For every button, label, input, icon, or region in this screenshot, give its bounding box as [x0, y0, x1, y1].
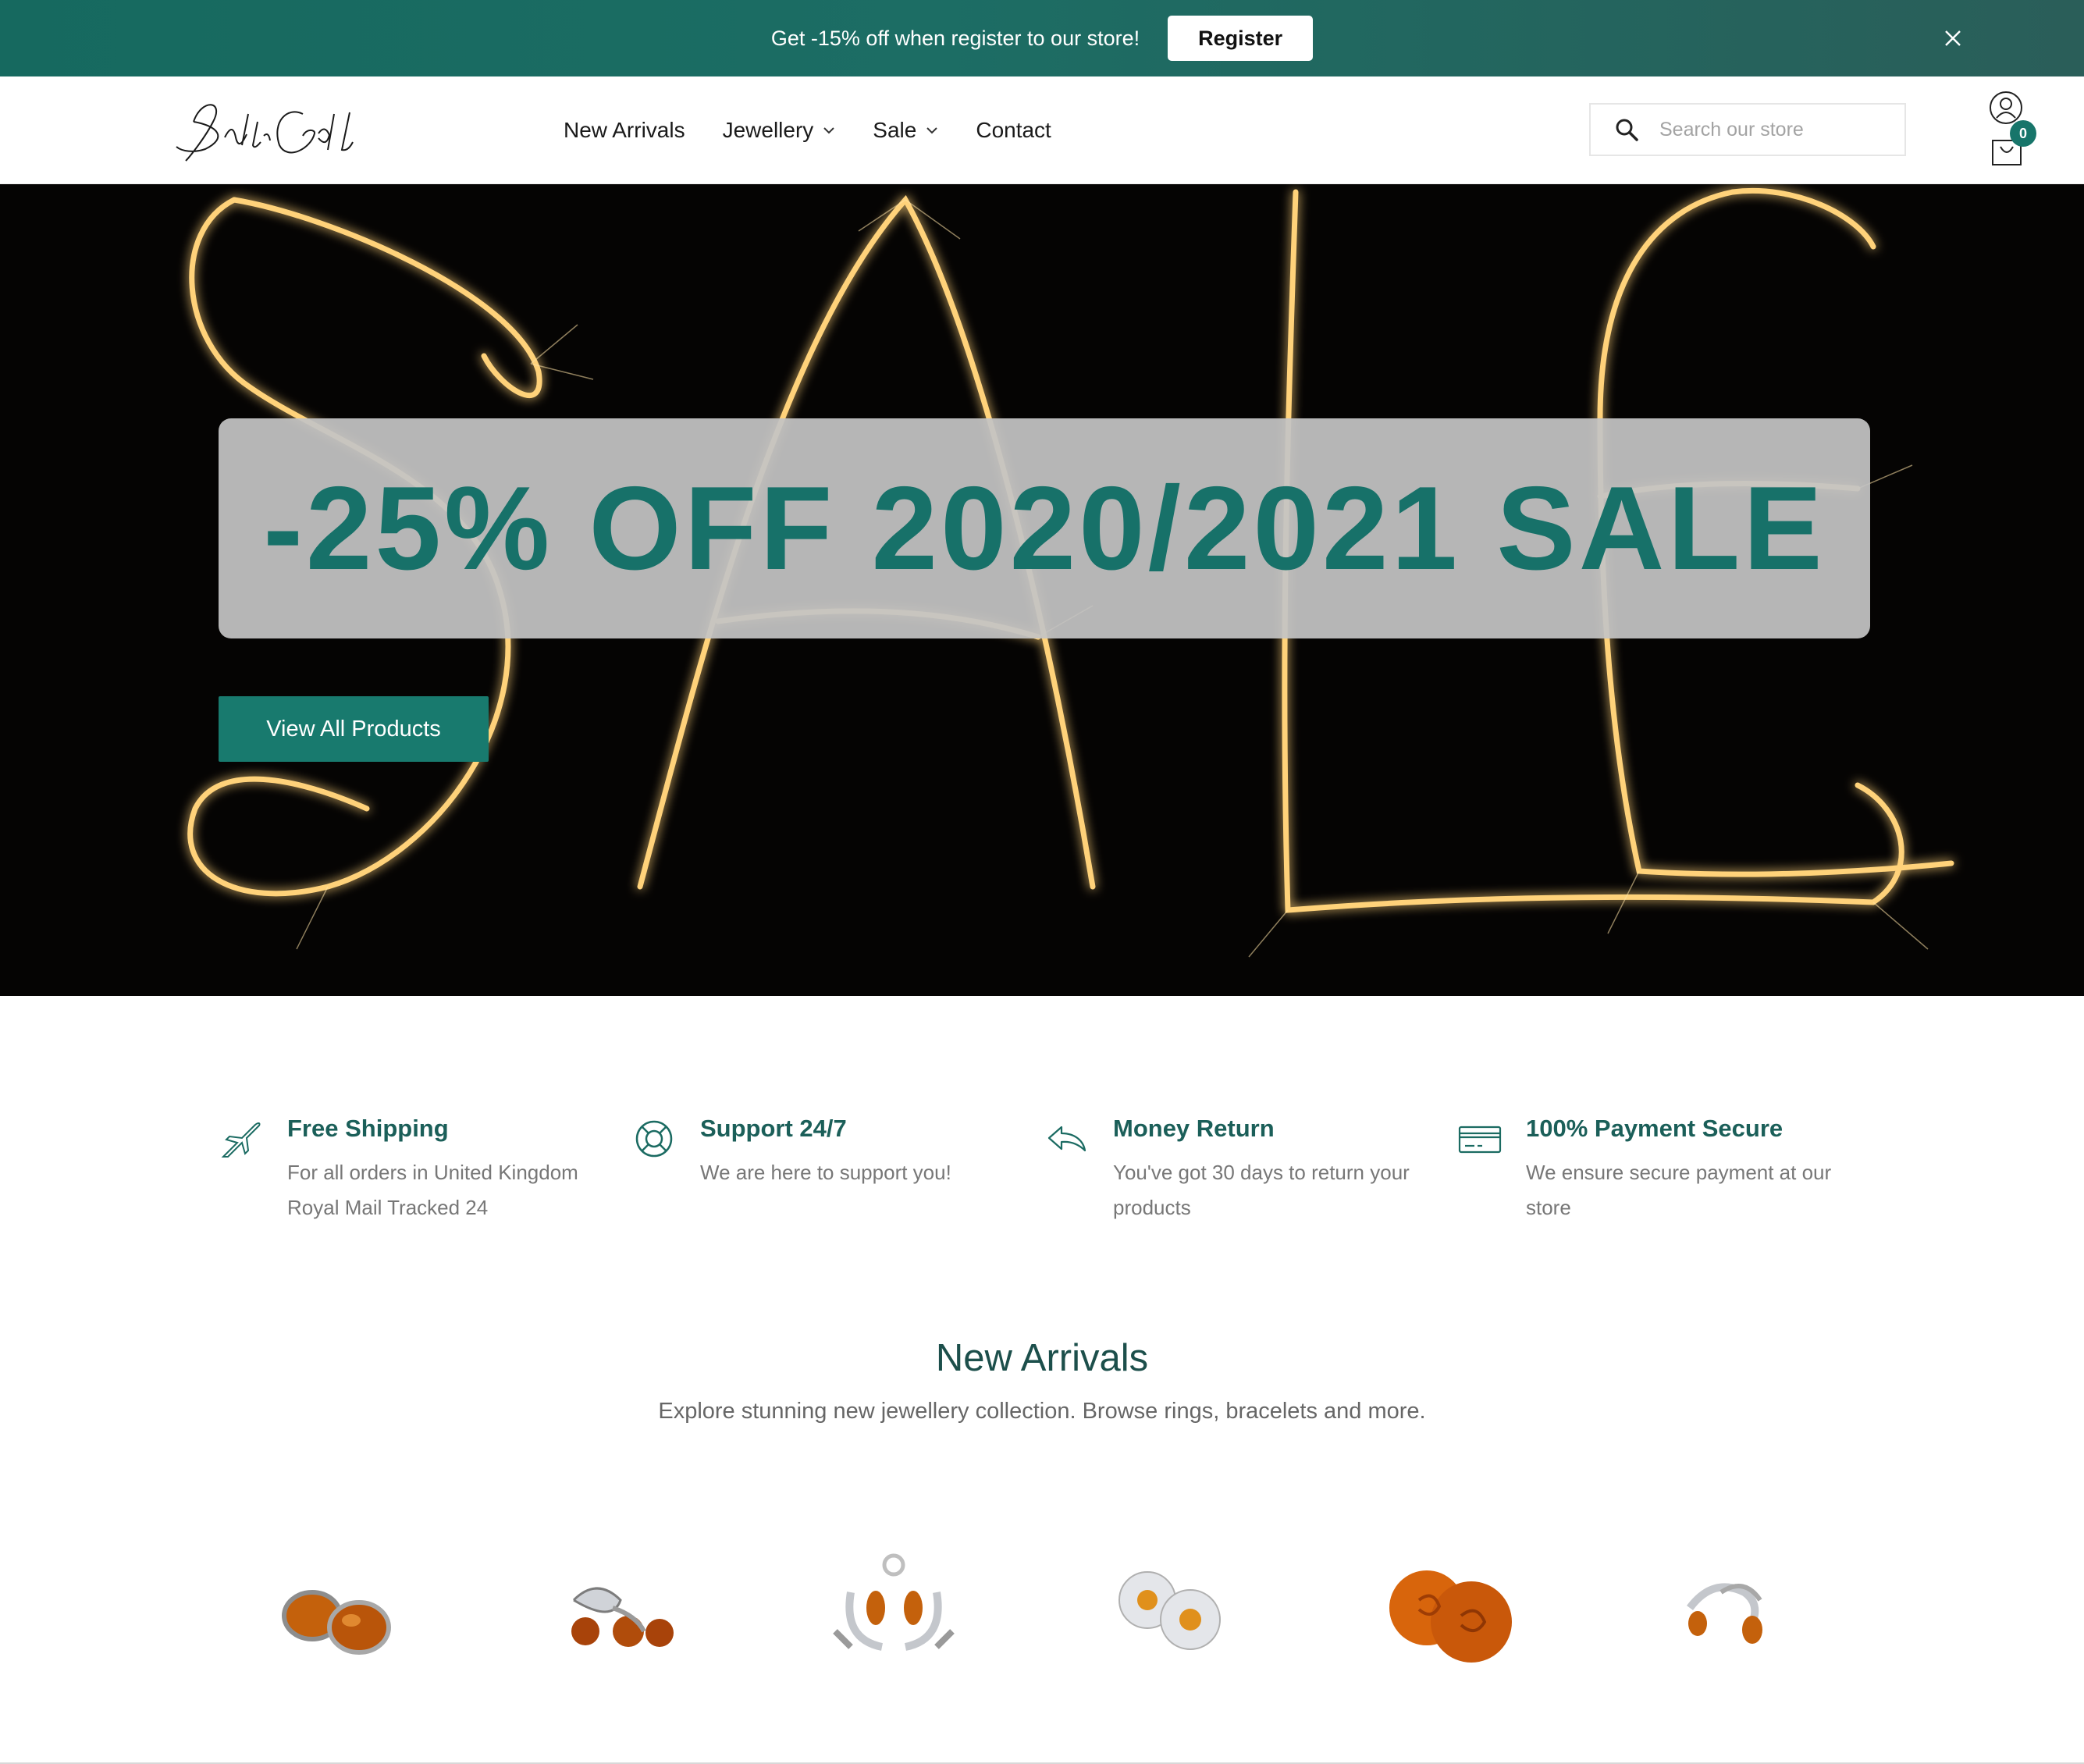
logo[interactable]	[170, 91, 373, 169]
feature-free-shipping: Free Shipping For all orders in United K…	[219, 1115, 631, 1239]
feature-payment-secure: 100% Payment Secure We ensure secure pay…	[1457, 1115, 1870, 1239]
airplane-icon	[221, 1122, 261, 1158]
section-subtitle: Explore stunning new jewellery collectio…	[658, 1399, 1426, 1424]
nav-label: Contact	[976, 118, 1051, 142]
search-input[interactable]	[1659, 118, 1894, 141]
search-icon[interactable]	[1614, 117, 1639, 142]
cart-count-badge: 0	[2010, 120, 2036, 147]
section-title: New Arrivals	[935, 1337, 1149, 1379]
feature-desc: We ensure secure payment at our store	[1526, 1161, 1832, 1219]
nav-label: Jewellery	[722, 118, 814, 142]
feature-title: 100% Payment Secure	[1526, 1115, 1783, 1142]
product-image[interactable]	[265, 1545, 414, 1678]
nav-sale[interactable]: Sale	[873, 118, 938, 143]
credit-card-icon	[1458, 1126, 1502, 1154]
feature-title: Free Shipping	[287, 1115, 449, 1142]
lifebuoy-icon	[635, 1120, 673, 1158]
nav-new-arrivals[interactable]: New Arrivals	[564, 118, 685, 143]
product-image[interactable]	[542, 1545, 691, 1678]
product-image[interactable]	[820, 1545, 968, 1678]
promo-bar: Get -15% off when register to our store!…	[0, 0, 2084, 76]
nav-contact[interactable]: Contact	[976, 118, 1051, 143]
nav-jewellery[interactable]: Jewellery	[723, 118, 836, 143]
feature-money-return: Money Return You've got 30 days to retur…	[1044, 1115, 1457, 1239]
nav-label: Sale	[873, 118, 917, 142]
product-image[interactable]	[1097, 1545, 1245, 1678]
feature-desc: You've got 30 days to return your produc…	[1113, 1161, 1410, 1219]
feature-desc: For all orders in United Kingdom Royal M…	[287, 1161, 578, 1219]
hero-title: -25% OFF 2020/2021 SALE	[263, 461, 1826, 595]
account-icon[interactable]	[1989, 91, 2023, 125]
promo-text: Get -15% off when register to our store!	[770, 26, 1140, 50]
hero-banner: -25% OFF 2020/2021 SALE View All Product…	[0, 184, 2084, 996]
feature-desc: We are here to support you!	[700, 1161, 951, 1184]
feature-support: Support 24/7 We are here to support you!	[631, 1115, 1044, 1239]
product-image[interactable]	[1374, 1545, 1522, 1678]
feature-title: Support 24/7	[700, 1115, 847, 1142]
search-box[interactable]	[1589, 103, 1906, 156]
nav-label: New Arrivals	[564, 118, 685, 142]
features-row: Free Shipping For all orders in United K…	[219, 1115, 1870, 1239]
site-header: New Arrivals Jewellery Sale Contact Sear…	[0, 76, 2084, 184]
register-button[interactable]: Register	[1168, 16, 1314, 61]
product-image[interactable]	[1651, 1545, 1799, 1678]
chevron-down-icon	[926, 127, 938, 134]
close-icon[interactable]	[1939, 24, 1967, 52]
view-all-products-button[interactable]: View All Products	[219, 696, 489, 762]
main-nav: New Arrivals Jewellery Sale Contact	[564, 76, 1089, 184]
hero-title-box: -25% OFF 2020/2021 SALE	[219, 418, 1870, 638]
feature-title: Money Return	[1113, 1115, 1275, 1142]
return-arrow-icon	[1047, 1126, 1086, 1152]
product-carousel	[265, 1545, 1826, 1678]
chevron-down-icon	[823, 127, 835, 134]
